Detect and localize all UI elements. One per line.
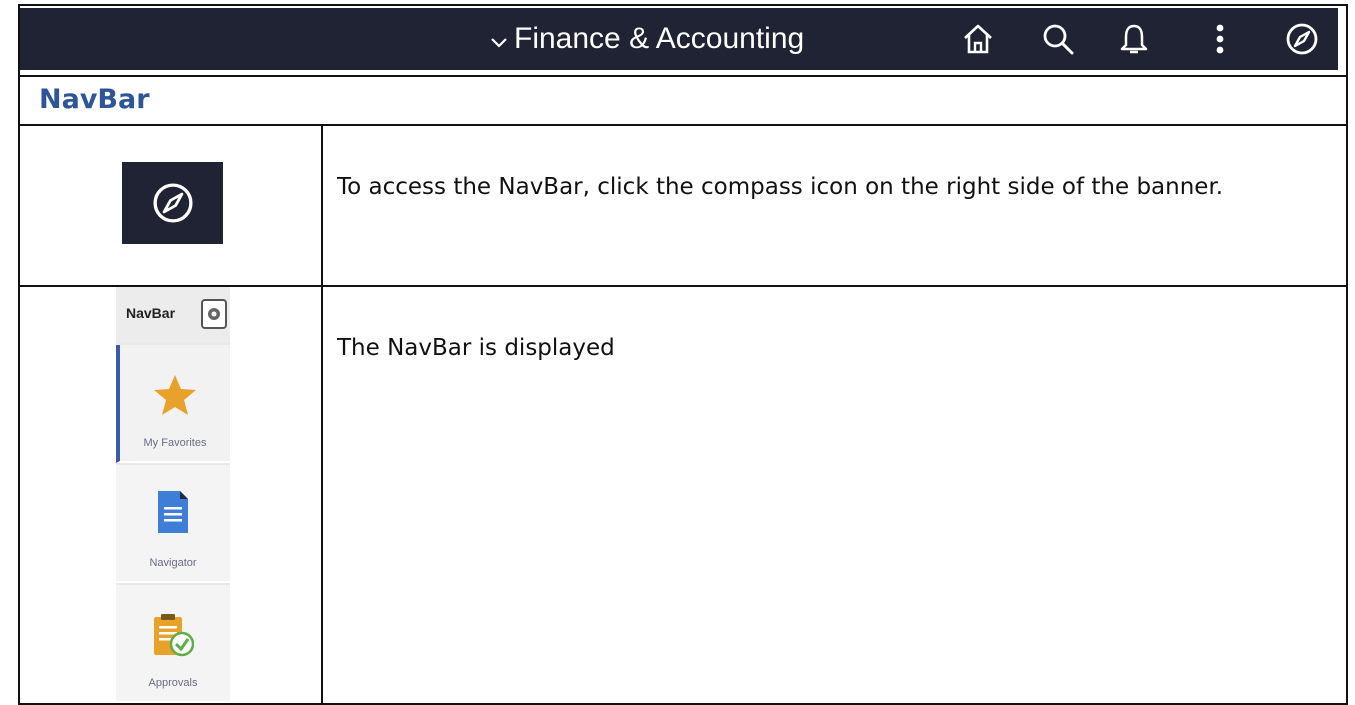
search-icon[interactable] [1040, 21, 1076, 57]
navbar-item-navigator: Navigator [116, 465, 230, 583]
table-row: To access the NavBar, click the compass … [20, 126, 1346, 287]
navbar-item-label: Navigator [149, 557, 197, 569]
banner-title-text: Finance & Accounting [514, 22, 805, 55]
clipboard-check-icon [116, 613, 230, 657]
navbar-item-my-favorites: My Favorites [116, 345, 230, 463]
navbar-item-label: Approvals [148, 677, 198, 689]
banner: Finance & Accounting [20, 8, 1338, 70]
step-text-cell: To access the NavBar, click the compass … [323, 126, 1346, 285]
chevron-down-icon [490, 9, 508, 71]
table-row: NavBar My Favorites Navigator Approvals … [20, 287, 1346, 703]
section-title: NavBar [39, 84, 150, 115]
gear-icon [201, 299, 227, 329]
document-table: Finance & Accounting NavBar To access th… [18, 4, 1348, 705]
banner-row: Finance & Accounting [20, 6, 1346, 77]
navbar-item-approvals: Approvals [116, 585, 230, 703]
navbar-header: NavBar [116, 287, 230, 343]
bell-icon[interactable] [1116, 21, 1152, 57]
navbar-item-label: My Favorites [143, 437, 207, 449]
step-text-cell: The NavBar is displayed [323, 287, 1346, 703]
navbar-thumbnail: NavBar My Favorites Navigator Approvals [116, 287, 230, 703]
navbar-title: NavBar [126, 305, 176, 321]
home-icon[interactable] [960, 21, 996, 57]
banner-title[interactable]: Finance & Accounting [490, 8, 804, 70]
step-instruction: To access the NavBar, click the compass … [337, 174, 1224, 200]
compass-icon [122, 162, 223, 244]
more-vertical-icon[interactable] [1202, 21, 1238, 57]
star-icon [120, 373, 230, 417]
document-icon [116, 489, 230, 535]
step-instruction: The NavBar is displayed [337, 335, 615, 361]
step-image-cell: NavBar My Favorites Navigator Approvals [20, 287, 321, 703]
section-header: NavBar [20, 75, 1346, 126]
step-image-cell [20, 126, 321, 285]
compass-icon[interactable] [1284, 21, 1320, 57]
